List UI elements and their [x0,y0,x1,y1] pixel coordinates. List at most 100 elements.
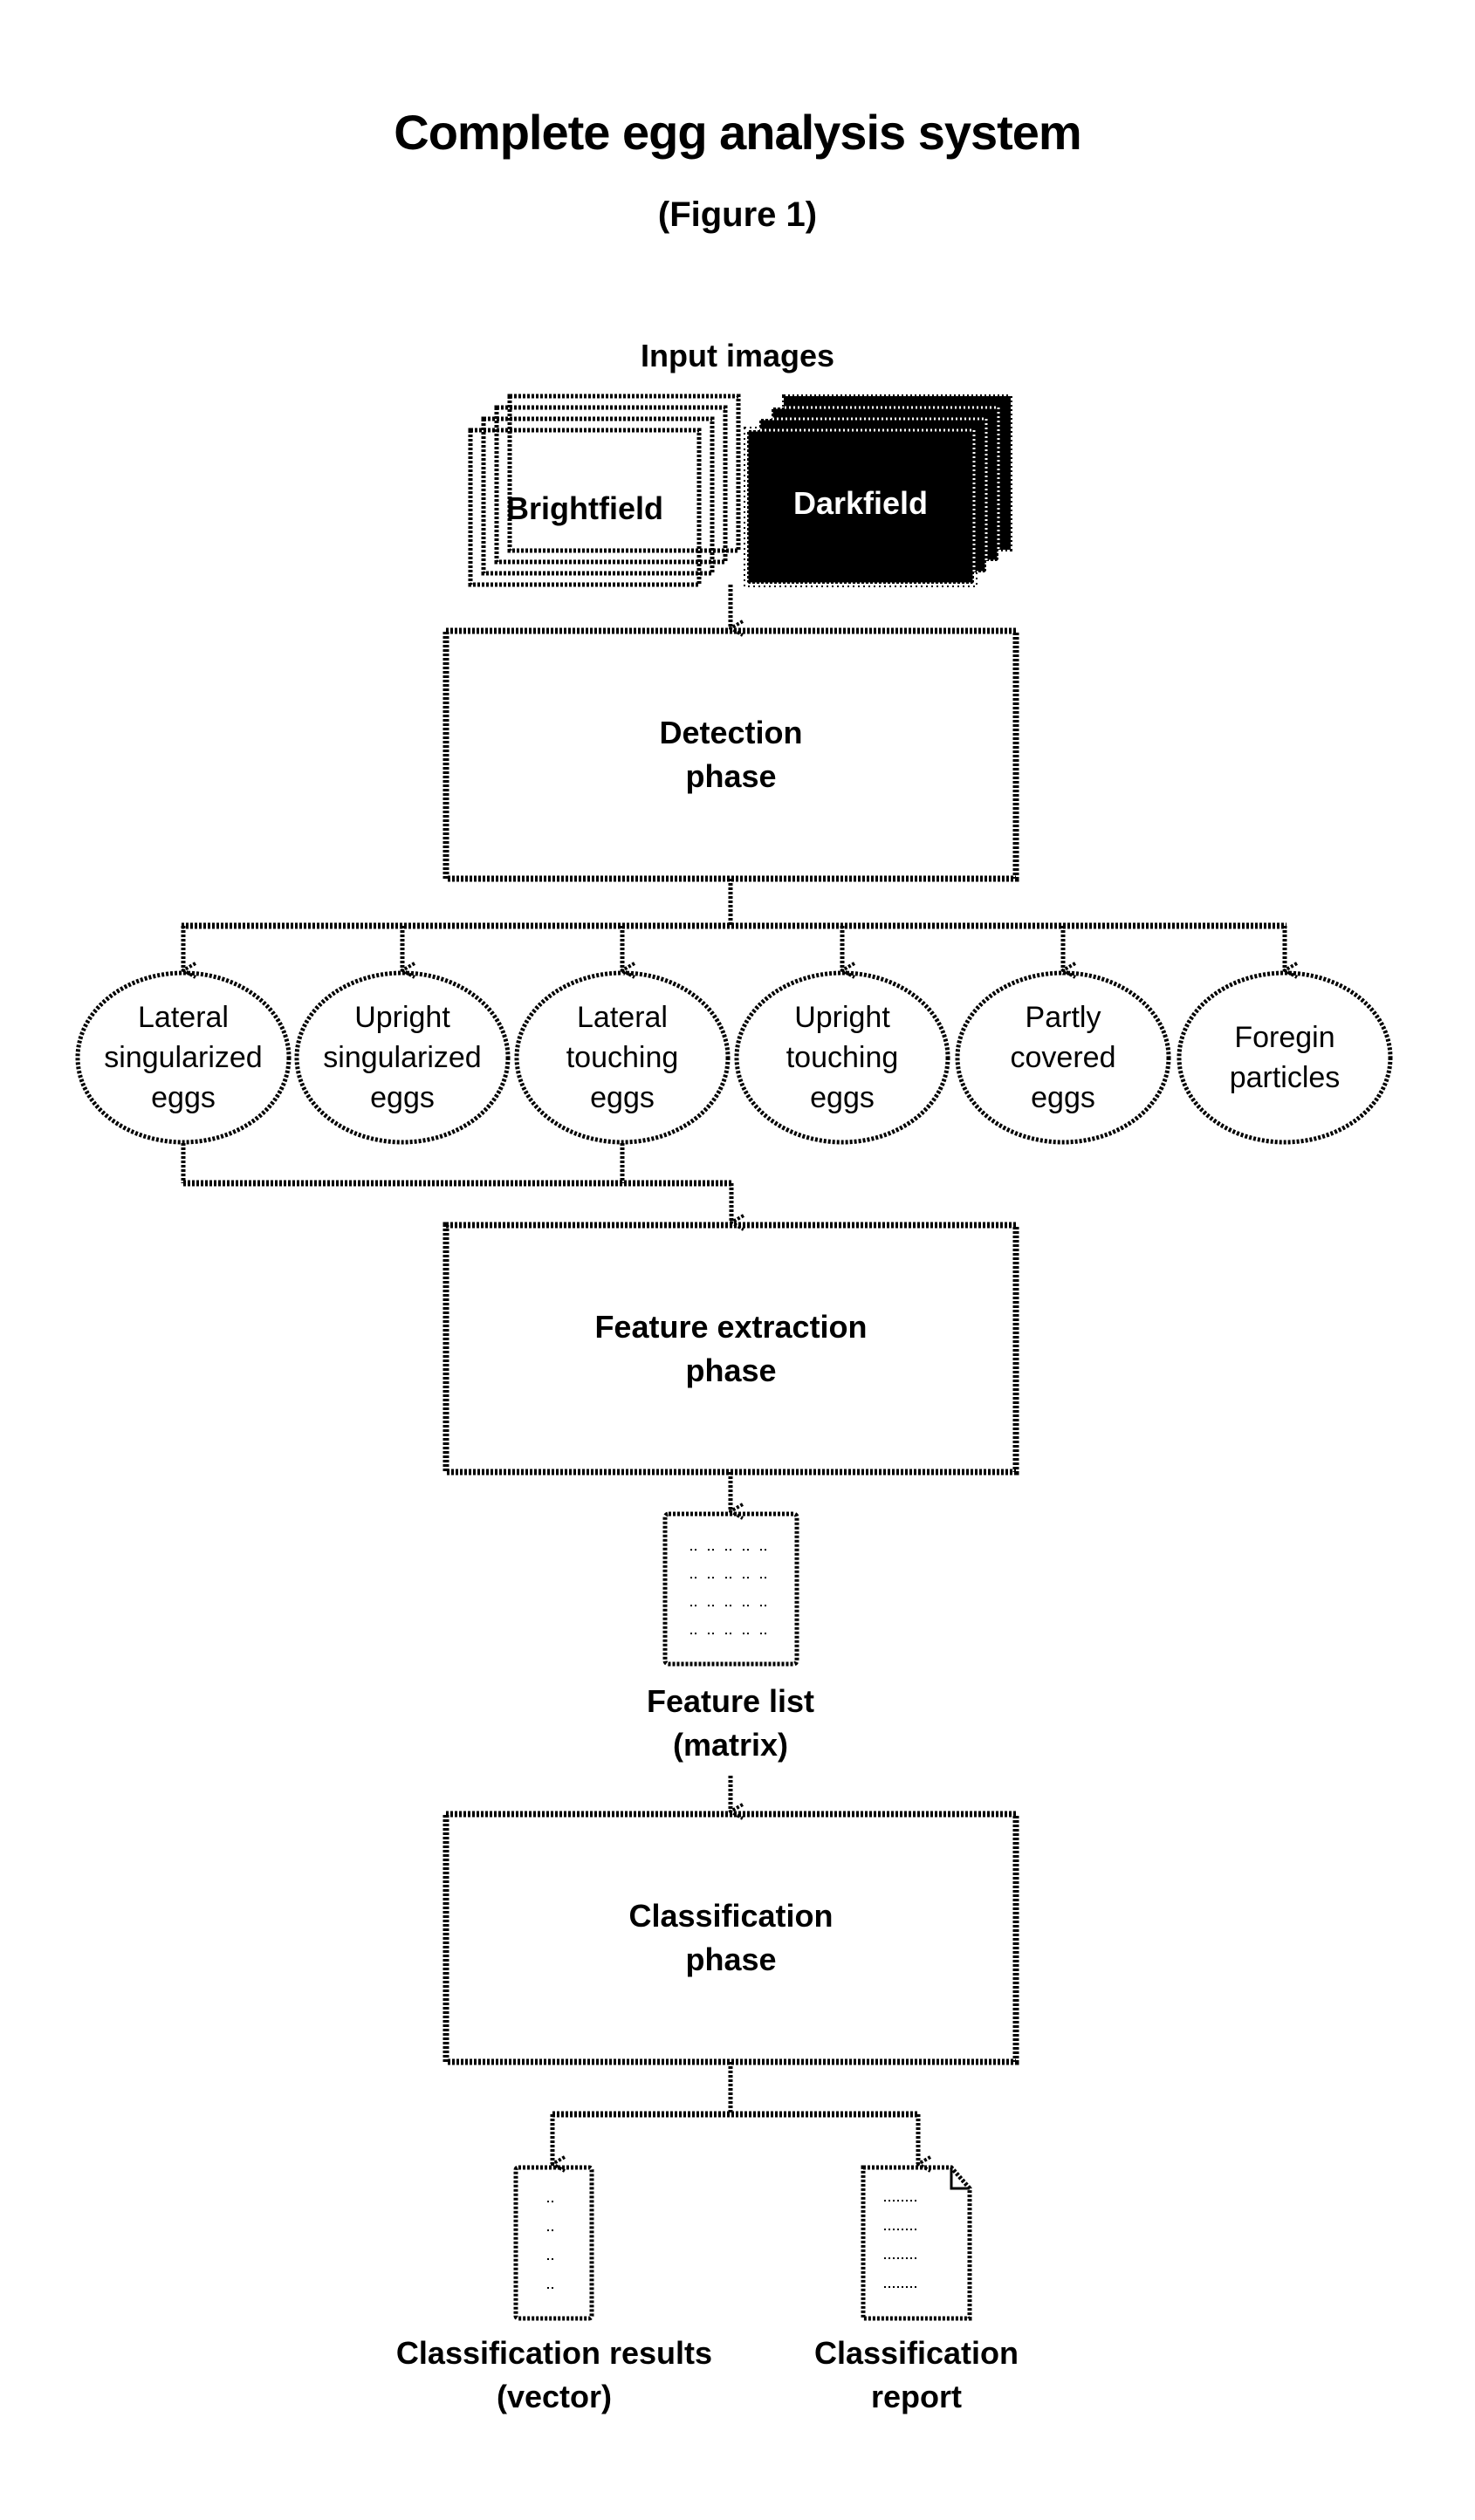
feature-list-label-line-1: Feature list [646,1683,815,1719]
egg-label-line: particles [1229,1061,1341,1094]
egg-label-upright-singularized-eggs: Upright singularized eggs [297,973,508,1142]
document-matrix-icon [662,1511,799,1667]
darkfield-label: Darkfield [792,485,929,521]
feature-list-label: Feature list (matrix) [647,1680,814,1767]
placeholder-dot [743,1633,744,1634]
placeholder-dot [915,2286,916,2288]
egg-label-foregin-particles: Foregin particles [1179,973,1390,1142]
egg-label-line: Upright [354,1001,450,1034]
egg-label-upright-touching-eggs: Upright touching eggs [737,973,948,1142]
feature-extraction-phase-label: Feature extraction phase [446,1225,1016,1472]
placeholder-dot [730,1549,731,1551]
placeholder-dot [743,1605,744,1606]
placeholder-dot [708,1549,710,1551]
placeholder-dot [884,2229,886,2230]
egg-label-line: eggs [590,1081,655,1114]
placeholder-dot [910,2200,912,2202]
placeholder-dot [910,2257,912,2259]
placeholder-dot [910,2229,912,2230]
egg-label-line: Lateral [138,1001,229,1034]
egg-label-line: Foregin [1234,1021,1335,1054]
placeholder-dot [760,1549,762,1551]
classification-phase-line-1: Classification [628,1898,834,1934]
placeholder-dot [902,2257,903,2259]
document-report-icon [861,2165,972,2321]
placeholder-dot [760,1605,762,1606]
placeholder-dot [902,2200,903,2202]
placeholder-dot [747,1605,749,1606]
placeholder-dot [747,1633,749,1634]
placeholder-dot [690,1577,692,1578]
feature-extraction-line-1: Feature extraction [594,1308,868,1345]
placeholder-dot [760,1577,762,1578]
placeholder-dot [906,2286,908,2288]
placeholder-dot [743,1577,744,1578]
placeholder-dot [547,2229,549,2231]
placeholder-dot [915,2229,916,2230]
egg-label-line: eggs [1031,1081,1095,1114]
placeholder-dot [765,1549,766,1551]
document-vector-icon [513,2165,594,2321]
placeholder-dot [690,1605,692,1606]
placeholder-dot [897,2257,899,2259]
input-images-label: Input images [640,338,835,373]
placeholder-dot [725,1577,727,1578]
egg-label-line: touching [566,1041,679,1074]
placeholder-dot [708,1577,710,1578]
placeholder-dot [695,1605,696,1606]
placeholder-dot [765,1633,766,1634]
classification-results-line-1: Classification results [395,2335,713,2371]
classification-report-line-1: Classification [813,2335,1019,2371]
placeholder-dot [760,1633,762,1634]
placeholder-dot [708,1605,710,1606]
placeholder-dot [552,2201,553,2202]
egg-label-line: Lateral [577,1001,668,1034]
placeholder-dot [695,1633,696,1634]
placeholder-dot [547,2201,549,2202]
figure-number: (Figure 1) [657,195,818,234]
placeholder-dot [884,2286,886,2288]
egg-label-partly-covered-eggs: Partly covered eggs [957,973,1169,1142]
placeholder-dot [725,1605,727,1606]
egg-label-line: covered [1010,1041,1116,1074]
egg-label-line: eggs [370,1081,435,1114]
placeholder-dot [888,2200,890,2202]
placeholder-dot [884,2200,886,2202]
placeholder-dot [888,2257,890,2259]
placeholder-dot [902,2229,903,2230]
placeholder-dot [547,2287,549,2289]
placeholder-dot [910,2286,912,2288]
placeholder-dot [712,1633,714,1634]
placeholder-dot [695,1577,696,1578]
egg-label-line: singularized [104,1041,263,1074]
placeholder-dot [765,1577,766,1578]
egg-label-line: Upright [794,1001,890,1034]
placeholder-dot [690,1633,692,1634]
placeholder-dot [712,1605,714,1606]
detection-phase-line-2: phase [685,758,777,794]
classification-report-label: Classification report [814,2332,1019,2419]
classification-phase-line-2: phase [685,1941,777,1977]
placeholder-dot [906,2257,908,2259]
placeholder-dot [552,2258,553,2260]
egg-label-lateral-touching-eggs: Lateral touching eggs [517,973,728,1142]
egg-label-line: eggs [151,1081,216,1114]
egg-branch-arrows [183,926,1285,970]
placeholder-dot [730,1633,731,1634]
placeholder-dot [725,1549,727,1551]
classification-report-line-2: report [870,2379,963,2414]
placeholder-dot [897,2286,899,2288]
egg-label-lateral-singularized-eggs: Lateral singularized eggs [78,973,289,1142]
placeholder-dot [915,2257,916,2259]
placeholder-dot [695,1549,696,1551]
classification-results-label: Classification results (vector) [396,2332,712,2419]
egg-label-line: singularized [323,1041,482,1074]
placeholder-dot [884,2257,886,2259]
placeholder-dot [743,1549,744,1551]
placeholder-dot [765,1605,766,1606]
egg-label-line: eggs [810,1081,875,1114]
placeholder-dot [893,2286,895,2288]
placeholder-dot [708,1633,710,1634]
placeholder-dot [915,2200,916,2202]
placeholder-dot [897,2200,899,2202]
